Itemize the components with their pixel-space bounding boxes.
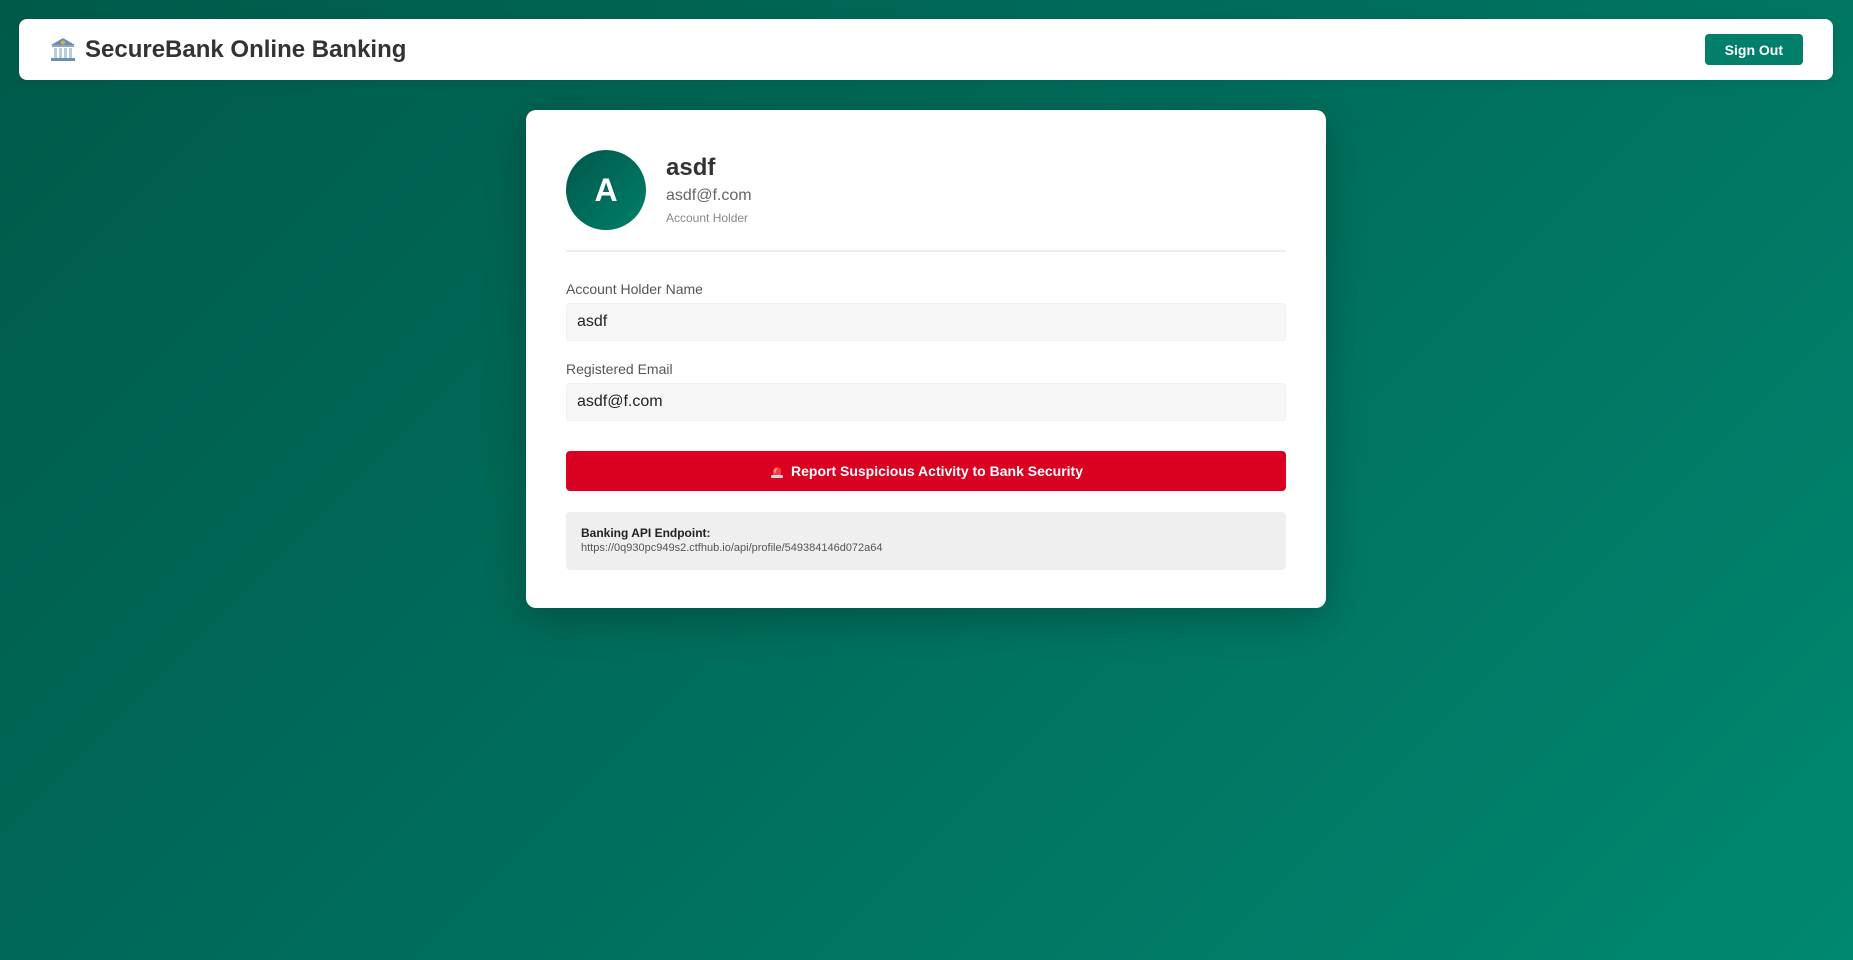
profile-header: A asdf asdf@f.com Account Holder	[566, 150, 1286, 252]
profile-email: asdf@f.com	[666, 187, 752, 204]
name-field-group: Account Holder Name	[566, 281, 1286, 341]
profile-name: asdf	[666, 154, 716, 181]
siren-icon	[769, 463, 785, 479]
report-suspicious-activity-button[interactable]: Report Suspicious Activity to Bank Secur…	[566, 451, 1286, 491]
profile-role: Account Holder	[666, 211, 749, 225]
profile-info: asdf asdf@f.com Account Holder	[666, 153, 752, 227]
email-field-group: Registered Email	[566, 361, 1286, 421]
api-endpoint-label: Banking API Endpoint:	[581, 526, 711, 540]
registered-email-input[interactable]	[566, 383, 1286, 421]
email-field-label: Registered Email	[566, 361, 673, 377]
top-header: SecureBank Online Banking Sign Out	[19, 19, 1833, 80]
api-endpoint-url: https://0q930pc949s2.ctfhub.io/api/profi…	[581, 542, 883, 554]
app-title: SecureBank Online Banking	[85, 35, 407, 63]
sign-out-button[interactable]: Sign Out	[1704, 34, 1803, 65]
name-field-label: Account Holder Name	[566, 281, 703, 297]
profile-card: A asdf asdf@f.com Account Holder Account…	[526, 110, 1326, 608]
avatar: A	[566, 150, 646, 230]
brand: SecureBank Online Banking	[49, 36, 406, 64]
account-holder-name-input[interactable]	[566, 303, 1286, 341]
report-button-label: Report Suspicious Activity to Bank Secur…	[791, 463, 1083, 479]
api-endpoint-box: Banking API Endpoint: https://0q930pc949…	[566, 512, 1286, 570]
bank-icon	[49, 36, 77, 64]
